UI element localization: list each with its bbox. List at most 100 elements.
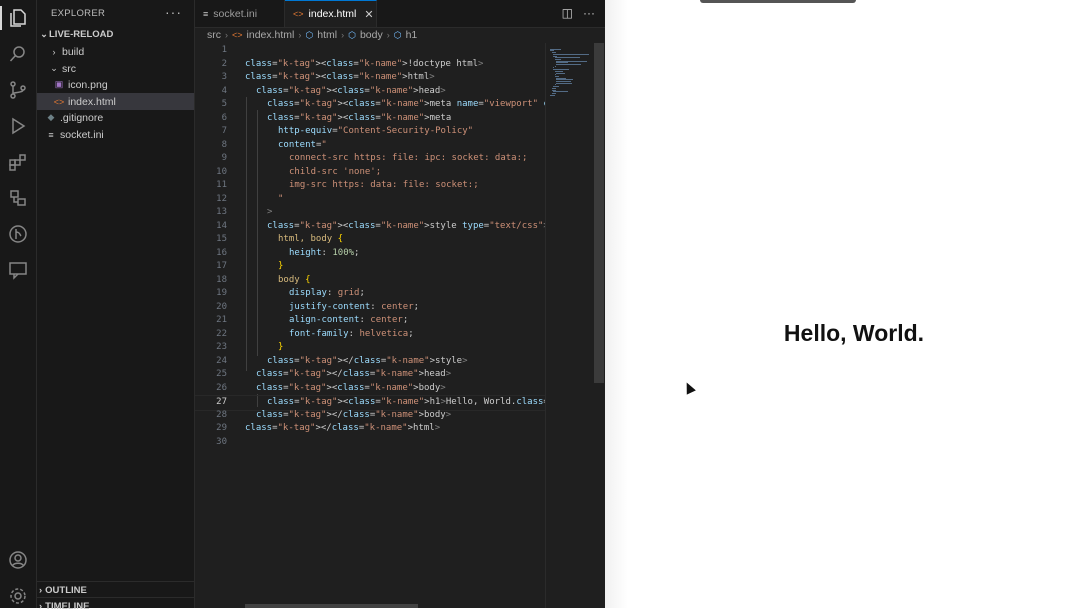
code-line[interactable]: 6 class="k-tag"><class="k-name">meta <box>195 112 545 126</box>
sidebar-title: EXPLORER <box>51 8 106 19</box>
code-line[interactable]: 30 <box>195 436 545 450</box>
code-editor[interactable]: 1 2 class="k-tag"><class="k-name">!doctype… <box>195 43 545 563</box>
code-line[interactable]: 4 class="k-tag"><class="k-name">head> <box>195 85 545 99</box>
code-line[interactable]: 14 class="k-tag"><class="k-name">style ty… <box>195 220 545 234</box>
tree-item-label: icon.png <box>68 78 108 91</box>
tree-item-index-html[interactable]: <> index.html <box>37 93 194 110</box>
tab-index-html[interactable]: <> index.html ✕ <box>285 0 377 27</box>
breadcrumb-item[interactable]: h1 <box>406 29 418 41</box>
active-indicator <box>0 6 2 30</box>
split-editor-icon[interactable]: ◫ <box>562 6 573 20</box>
line-number: 23 <box>216 342 227 352</box>
tree-item-src[interactable]: ⌄ src <box>37 60 194 77</box>
line-number: 5 <box>221 99 227 109</box>
minimap[interactable] <box>545 43 590 608</box>
chevron-down-icon: ⌄ <box>50 63 58 73</box>
breadcrumb-item[interactable]: html <box>317 29 337 41</box>
code-text: } <box>278 342 284 352</box>
code-text: font-family: helvetica; <box>289 328 414 339</box>
tree-item-build[interactable]: › build <box>37 43 194 60</box>
tree-item-icon-png[interactable]: ▣ icon.png <box>37 76 194 93</box>
code-line[interactable]: 19 display: grid; <box>195 287 545 301</box>
line-number: 17 <box>216 261 227 271</box>
tab-socket-ini[interactable]: ≡ socket.ini <box>195 0 285 27</box>
chevron-right-icon: › <box>39 585 43 596</box>
code-line[interactable]: 17} <box>195 260 545 274</box>
code-line[interactable]: 1 <box>195 44 545 58</box>
code-text: class="k-tag"></class="k-name">style> <box>267 355 468 366</box>
close-icon[interactable]: ✕ <box>364 8 373 21</box>
code-line[interactable]: 21 align-content: center; <box>195 314 545 328</box>
tab-label: index.html <box>308 8 357 20</box>
code-text: justify-content: center; <box>289 301 420 312</box>
line-number: 8 <box>221 139 227 150</box>
more-actions-icon[interactable]: ··· <box>165 4 182 20</box>
settings-file-icon: ≡ <box>48 129 54 140</box>
line-number: 7 <box>221 126 227 136</box>
code-line[interactable]: 2 class="k-tag"><class="k-name">!doctype … <box>195 58 545 72</box>
workspace-root[interactable]: ⌄ LIVE-RELOAD <box>37 26 194 43</box>
chat-icon[interactable] <box>6 258 30 282</box>
element-icon: ⬡ <box>393 29 402 40</box>
tree-item-socket-ini[interactable]: ≡ socket.ini <box>37 126 194 143</box>
code-text: class="k-tag"></class="k-name">head> <box>256 369 452 379</box>
chevron-right-icon: › <box>298 30 302 40</box>
line-number: 11 <box>216 180 227 190</box>
tree-item-label: build <box>62 45 85 58</box>
code-line[interactable]: 12 " <box>195 193 545 207</box>
code-line[interactable]: 5 class="k-tag"><class="k-name">meta name… <box>195 98 545 112</box>
code-line[interactable]: 25 class="k-tag"></class="k-name">head> <box>195 368 545 382</box>
preview-heading: Hello, World. <box>783 320 925 347</box>
code-line[interactable]: 23} <box>195 341 545 355</box>
remote-explorer-icon[interactable] <box>6 186 30 210</box>
code-line[interactable]: 18 body { <box>195 274 545 288</box>
horizontal-scrollbar[interactable] <box>245 604 418 608</box>
code-line[interactable]: 8 content=" <box>195 139 545 153</box>
code-text: class="k-tag"><class="k-name">html> <box>245 72 435 82</box>
code-line[interactable]: 22 font-family: helvetica; <box>195 328 545 342</box>
code-line[interactable]: 10 child-src 'none'; <box>195 166 545 180</box>
line-number: 6 <box>221 112 227 123</box>
line-number: 16 <box>216 247 227 258</box>
code-line[interactable]: 29 class="k-tag"></class="k-name">html> <box>195 422 545 436</box>
code-line[interactable]: 3 class="k-tag"><class="k-name">html> <box>195 71 545 85</box>
line-number: 30 <box>216 436 227 447</box>
extensions-icon[interactable] <box>6 150 30 174</box>
settings-gear-icon[interactable] <box>6 584 30 608</box>
timeline-section[interactable]: › TIMELINE <box>37 597 194 615</box>
minimap-line <box>554 65 556 67</box>
outline-label: OUTLINE <box>45 585 87 596</box>
chevron-down-icon: ⌄ <box>40 29 48 39</box>
breadcrumb-item[interactable]: body <box>360 29 383 41</box>
run-debug-icon[interactable] <box>6 114 30 138</box>
code-line[interactable]: 7 http-equiv="Content-Security-Policy" <box>195 125 545 139</box>
search-icon[interactable] <box>6 42 30 66</box>
line-number: 29 <box>216 423 227 433</box>
breadcrumb-item[interactable]: index.html <box>247 29 295 41</box>
editor-actions: ◫ ··· <box>562 6 595 20</box>
vertical-scrollbar[interactable] <box>594 43 604 383</box>
account-icon[interactable] <box>6 548 30 572</box>
code-line[interactable]: 24 class="k-tag"></class="k-name">style> <box>195 355 545 369</box>
code-line[interactable]: 28 class="k-tag"></class="k-name">body> <box>195 409 545 423</box>
explorer-icon[interactable] <box>6 6 30 30</box>
code-line[interactable]: 15 html, body { <box>195 233 545 247</box>
minimap-line <box>553 53 589 55</box>
breadcrumb-item[interactable]: src <box>207 29 221 41</box>
code-line[interactable]: 9 connect-src https: file: ipc: socket: d… <box>195 152 545 166</box>
code-line[interactable]: 11 img-src https: data: file: socket:; <box>195 179 545 193</box>
minimap-line <box>556 64 581 65</box>
code-line[interactable]: 26 class="k-tag"><class="k-name">body> <box>195 382 545 396</box>
chevron-right-icon: › <box>225 30 228 40</box>
code-line[interactable]: 13 > <box>195 206 545 220</box>
window-gap <box>605 0 628 608</box>
more-actions-icon[interactable]: ··· <box>583 6 595 20</box>
settings-file-icon: ≡ <box>203 8 209 19</box>
minimap-line <box>550 94 555 96</box>
workspace-root-label: LIVE-RELOAD <box>49 29 114 40</box>
code-line[interactable]: 20 justify-content: center; <box>195 301 545 315</box>
code-line[interactable]: 16 height: 100%; <box>195 247 545 261</box>
git-graph-icon[interactable] <box>6 222 30 246</box>
source-control-icon[interactable] <box>6 78 30 102</box>
tree-item-gitignore[interactable]: ◆ .gitignore <box>37 109 194 126</box>
